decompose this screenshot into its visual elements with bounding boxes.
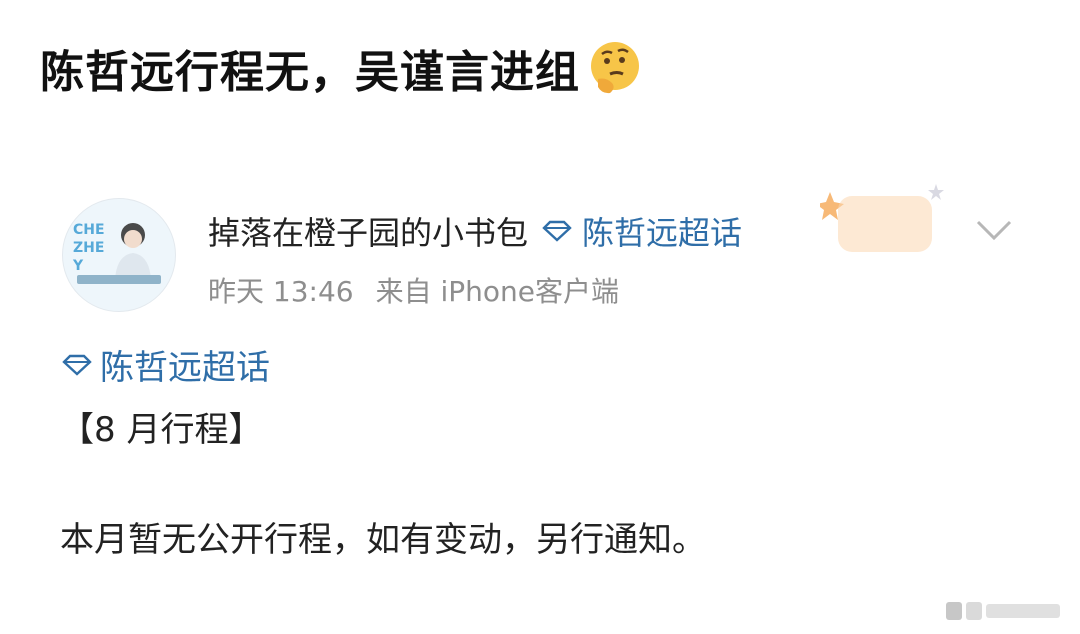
person-figure-icon — [115, 223, 151, 279]
topic-link[interactable]: 陈哲远超话 — [582, 208, 742, 254]
post-header: 掉落在橙子园的小书包 陈哲远超话 — [208, 208, 742, 254]
topic-hashtag[interactable]: 陈哲远超话 — [60, 340, 270, 389]
watermark-logo-icon — [946, 602, 1060, 620]
diamond-icon — [542, 220, 572, 242]
weibo-post: CHE ZHE Y 掉落在橙子园的小书包 陈哲远超话 昨天 13:46 来自 iPh… — [0, 170, 1080, 634]
post-meta: 昨天 13:46 来自 iPhone客户端 — [208, 270, 619, 310]
avatar-graphic-text: CHE ZHE Y — [73, 222, 105, 274]
topic-hashtag-label: 陈哲远超话 — [100, 348, 270, 388]
headline: 陈哲远行程无，吴谨言进组 — [40, 36, 644, 100]
thinking-face-emoji-icon — [586, 39, 644, 97]
badge-sticker-icon — [820, 184, 944, 252]
username[interactable]: 掉落在橙子园的小书包 — [208, 208, 528, 254]
watermark — [944, 598, 1064, 624]
post-time: 昨天 13:46 — [208, 275, 354, 308]
post-source: 来自 iPhone客户端 — [375, 275, 620, 308]
post-content: 本月暂无公开行程，如有变动，另行通知。 — [60, 520, 706, 560]
post-title: 【8 月行程】 — [60, 410, 263, 450]
headline-text: 陈哲远行程无，吴谨言进组 — [40, 47, 580, 98]
chevron-down-icon[interactable] — [972, 214, 1016, 244]
diamond-icon — [62, 354, 92, 376]
avatar-band — [77, 275, 161, 284]
avatar[interactable]: CHE ZHE Y — [62, 198, 176, 312]
